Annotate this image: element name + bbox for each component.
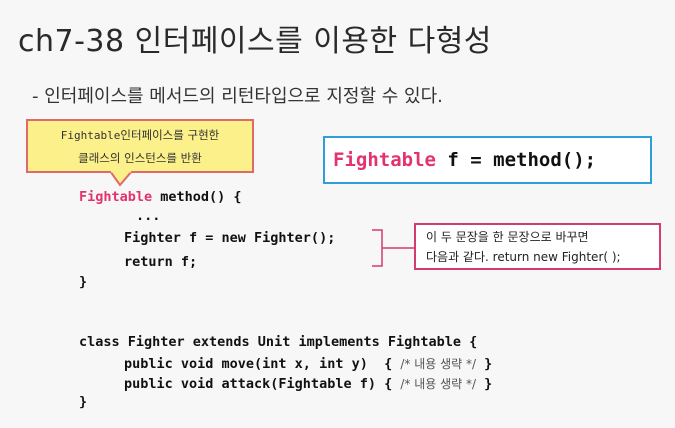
code-move-signature: public void move(int x, int y) { <box>124 356 401 372</box>
code-class-close-brace: } <box>79 394 88 410</box>
code-line-ellipsis: ... <box>136 208 161 224</box>
slide-subtitle: - 인터페이스를 메서드의 리턴타입으로 지정할 수 있다. <box>32 86 443 107</box>
signature-type: Fightable <box>333 149 436 171</box>
slide-title: ch7-38 인터페이스를 이용한 다형성 <box>18 24 492 59</box>
code-line-new-fighter: Fighter f = new Fighter(); <box>124 230 336 246</box>
code-line-method: Fightable method() { <box>79 187 242 207</box>
code-attack-signature: public void attack(Fightable f) { <box>124 376 401 392</box>
code-attack-comment: /* 내용 생략 */ <box>400 377 477 391</box>
note-line-1: 이 두 문장을 한 문장으로 바꾸면 <box>426 230 589 244</box>
code-line-return: return f; <box>124 254 198 270</box>
signature-box: Fightable f = method(); <box>323 136 652 184</box>
code-move-end: } <box>476 356 493 372</box>
callout-line-1-text: 인터페이스를 구현한 <box>120 128 220 142</box>
bracket-connector <box>372 229 414 267</box>
callout-type-name: Fightable <box>60 129 121 142</box>
code-move-comment: /* 내용 생략 */ <box>400 357 477 371</box>
note-box: 이 두 문장을 한 문장으로 바꾸면 다음과 같다. return new Fi… <box>414 223 661 270</box>
code-return-type: Fightable <box>79 189 153 205</box>
callout-line-2: 클래스의 인스턴스를 반환 <box>78 151 202 165</box>
callout-box: Fightable인터페이스를 구현한 클래스의 인스턴스를 반환 <box>26 119 254 173</box>
signature-rest: f = method(); <box>435 149 597 171</box>
code-line-close-brace: } <box>79 274 88 290</box>
code-attack-end: } <box>476 376 493 392</box>
note-line-2: 다음과 같다. return new Fighter( ); <box>426 250 621 264</box>
callout-tail <box>110 171 134 187</box>
callout-line-1: Fightable인터페이스를 구현한 <box>28 124 252 147</box>
code-method-signature: method() { <box>152 189 242 205</box>
code-move-method: public void move(int x, int y) { /* 내용 생… <box>124 354 492 374</box>
code-attack-method: public void attack(Fightable f) { /* 내용 … <box>124 374 492 394</box>
code-class-declaration: class Fighter extends Unit implements Fi… <box>79 334 478 350</box>
